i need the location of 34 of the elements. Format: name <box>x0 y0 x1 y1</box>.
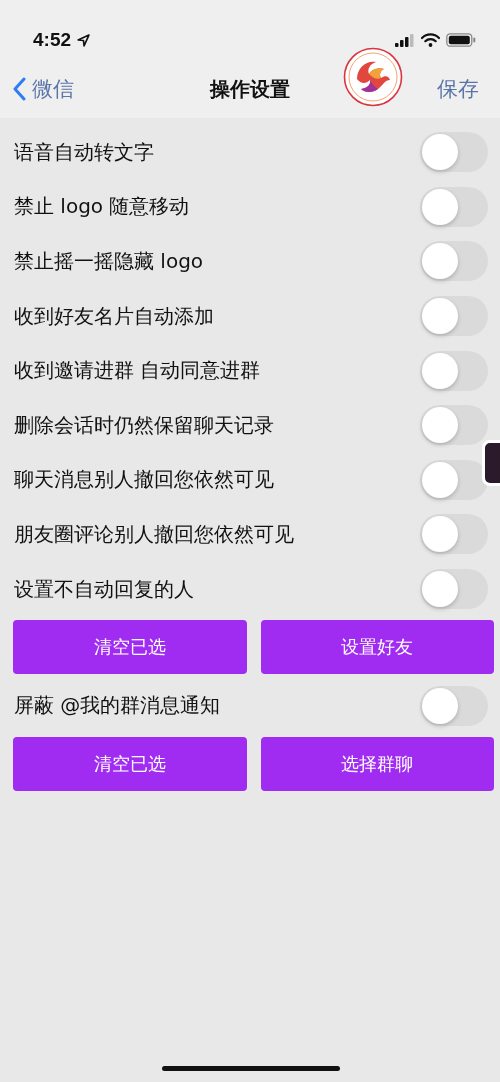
page-title: 操作设置 <box>210 75 290 103</box>
status-time: 4:52 <box>33 29 72 51</box>
toggle-switch[interactable] <box>420 405 488 446</box>
back-button[interactable]: 微信 <box>0 75 74 103</box>
phoenix-logo-icon[interactable] <box>343 47 403 107</box>
setting-label: 朋友圈评论别人撤回您依然可见 <box>14 520 294 548</box>
toggle-switch[interactable] <box>420 569 488 610</box>
toggle-switch[interactable] <box>420 514 488 555</box>
toggle-switch[interactable] <box>420 132 488 173</box>
setting-label: 聊天消息别人撤回您依然可见 <box>14 466 274 494</box>
battery-icon <box>446 33 476 47</box>
action-button[interactable]: 清空已选 <box>13 620 247 675</box>
toggle-switch[interactable] <box>420 186 488 227</box>
setting-label: 收到邀请进群 自动同意进群 <box>14 357 261 385</box>
action-button[interactable]: 选择群聊 <box>260 736 494 791</box>
setting-label: 设置不自动回复的人 <box>14 575 194 603</box>
action-button[interactable]: 设置好友 <box>260 620 494 675</box>
save-button[interactable]: 保存 <box>437 75 479 103</box>
action-button[interactable]: 清空已选 <box>13 736 247 791</box>
setting-label: 禁止摇一摇隐藏 logo <box>14 248 204 275</box>
setting-label: 语音自动转文字 <box>14 138 154 166</box>
setting-label: 屏蔽 @我的群消息通知 <box>14 692 221 720</box>
wifi-icon <box>421 33 440 47</box>
signal-icon <box>395 33 415 47</box>
setting-label: 禁止 logo 随意移动 <box>14 193 190 221</box>
setting-label: 删除会话时仍然保留聊天记录 <box>14 411 274 439</box>
toggle-switch[interactable] <box>420 459 488 500</box>
toggle-switch[interactable] <box>420 296 488 337</box>
toggle-switch[interactable] <box>420 685 488 726</box>
location-arrow-icon <box>77 33 91 47</box>
toggle-switch[interactable] <box>420 241 488 282</box>
chevron-left-icon <box>12 77 26 101</box>
setting-label: 收到好友名片自动添加 <box>14 302 214 330</box>
toggle-switch[interactable] <box>420 350 488 391</box>
